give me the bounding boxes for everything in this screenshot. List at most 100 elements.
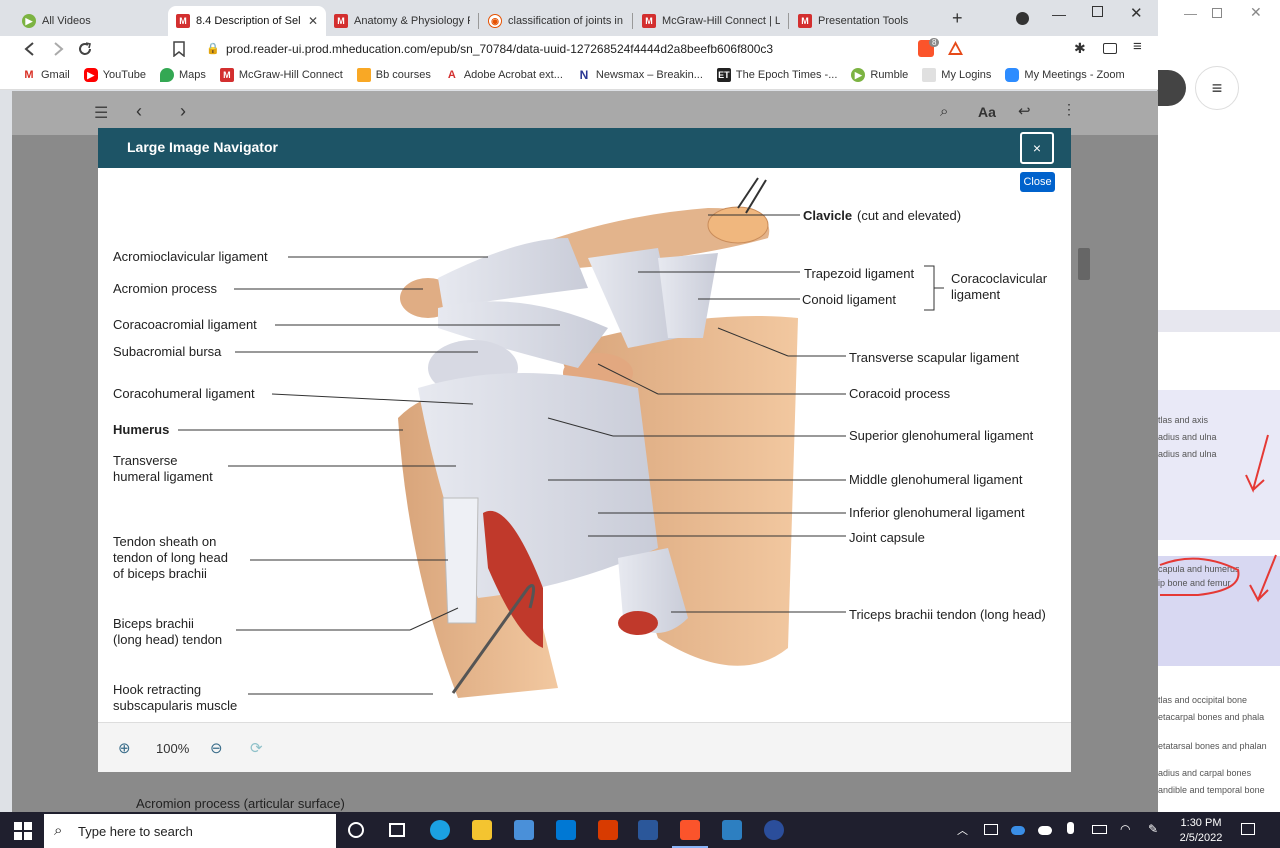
bookmark-epoch-times[interactable]: ET The Epoch Times -...	[716, 68, 837, 82]
clock-time: 1:30 PM	[1180, 817, 1222, 829]
bookmark-icon[interactable]	[172, 41, 186, 57]
rumble-icon: ▶	[22, 14, 36, 28]
tab-label: Anatomy & Physiology Rev	[354, 15, 470, 27]
brave-icon: ◉	[488, 14, 502, 28]
whiteboard-icon[interactable]	[722, 820, 742, 840]
reader-scrollbar[interactable]	[1078, 248, 1090, 280]
previous-page-icon[interactable]: ‹	[136, 101, 142, 122]
brave-rewards-icon[interactable]	[947, 40, 964, 56]
reload-icon[interactable]	[77, 41, 93, 57]
microphone-icon[interactable]	[1067, 822, 1074, 834]
tab-connect-library[interactable]: M McGraw-Hill Connect | Libr	[634, 6, 788, 36]
mcgraw-icon: M	[798, 14, 812, 28]
label-transverse-humeral-1: Transverse	[113, 453, 178, 468]
bookmark-mcgraw-connect[interactable]: M McGraw-Hill Connect	[219, 68, 343, 82]
wifi-icon[interactable]: ◠	[1120, 822, 1130, 836]
tab-all-videos[interactable]: ▶ All Videos	[14, 6, 164, 36]
bookmark-gmail[interactable]: M Gmail	[22, 68, 70, 82]
file-explorer-icon[interactable]	[472, 820, 492, 840]
bookmark-acrobat[interactable]: A Adobe Acrobat ext...	[444, 68, 563, 82]
search-icon: ⌕	[54, 822, 63, 839]
triceps-cut-shape	[618, 611, 658, 635]
onedrive-icon[interactable]	[1011, 826, 1025, 835]
font-size-icon[interactable]: Aa	[978, 104, 996, 120]
tab-strip: ▶ All Videos M 8.4 Description of Selec …	[0, 0, 1158, 36]
word-icon[interactable]	[638, 820, 658, 840]
close-window-icon[interactable]: ✕	[1130, 4, 1143, 22]
close-button[interactable]: ×	[1020, 132, 1054, 164]
tab-anatomy-review[interactable]: M Anatomy & Physiology Rev	[326, 6, 478, 36]
zoom-out-icon[interactable]: ⊖	[210, 739, 223, 757]
store-icon[interactable]	[514, 820, 534, 840]
youtube-icon: ▶	[83, 68, 98, 82]
note-item: tlas and axis	[1158, 415, 1209, 425]
notifications-icon[interactable]	[1241, 823, 1255, 835]
bookmark-youtube[interactable]: ▶ YouTube	[83, 68, 146, 82]
tab-description-active[interactable]: M 8.4 Description of Selec ✕	[168, 6, 326, 36]
taskbar-search-input[interactable]: ⌕ Type here to search	[44, 814, 336, 848]
battery-icon[interactable]	[1092, 825, 1107, 834]
label-coracoclavicular-2: ligament	[951, 287, 1001, 302]
search-icon[interactable]: ⌕	[940, 103, 948, 120]
windows-start-icon[interactable]	[14, 822, 32, 840]
bookmark-zoom[interactable]: My Meetings - Zoom	[1005, 68, 1125, 82]
screen-recorder-icon[interactable]	[764, 820, 784, 840]
tab-label: 8.4 Description of Selec	[196, 15, 300, 27]
minimize-icon[interactable]: —	[1052, 6, 1066, 22]
menu-icon[interactable]: ≡	[1133, 38, 1142, 55]
bookmark-rumble[interactable]: ▶ Rumble	[851, 68, 908, 82]
avatar[interactable]	[1158, 70, 1186, 106]
next-page-icon[interactable]: ›	[180, 101, 186, 122]
new-tab-button[interactable]: +	[952, 8, 963, 29]
label-humerus: Humerus	[113, 422, 170, 437]
blackboard-icon	[356, 68, 371, 82]
more-options-icon[interactable]: ⋮	[1062, 101, 1076, 118]
notes-list-3: tlas and occipital bone etacarpal bones …	[1158, 692, 1267, 799]
table-of-contents-icon[interactable]: ☰	[94, 103, 108, 123]
acrobat-icon: A	[444, 68, 459, 82]
display-icon[interactable]	[984, 824, 998, 835]
back-icon[interactable]	[22, 41, 38, 57]
hamburger-menu-icon[interactable]: ≡	[1195, 66, 1239, 110]
task-view-icon[interactable]	[389, 823, 405, 837]
tab-label: McGraw-Hill Connect | Libr	[662, 15, 780, 27]
bookmark-label: My Meetings - Zoom	[1024, 69, 1125, 81]
label-inferior-glenohumeral: Inferior glenohumeral ligament	[849, 505, 1025, 520]
forward-icon[interactable]	[50, 41, 66, 57]
office-icon[interactable]	[598, 820, 618, 840]
close-window-icon[interactable]: ✕	[1250, 4, 1262, 21]
label-clavicle-note: (cut and elevated)	[857, 208, 962, 223]
acromioclavicular-ligament-shape	[438, 238, 588, 308]
label-superior-glenohumeral: Superior glenohumeral ligament	[849, 428, 1034, 443]
bookmark-list: M Gmail ▶ YouTube Maps M McGraw-Hill Connec…	[22, 68, 1125, 82]
bookmark-maps[interactable]: Maps	[159, 68, 206, 82]
cortana-icon[interactable]	[348, 822, 364, 838]
minimize-icon[interactable]: —	[1184, 6, 1197, 21]
tab-presentation-tools[interactable]: M Presentation Tools	[790, 6, 940, 36]
address-bar[interactable]: 🔒 prod.reader-ui.prod.mheducation.com/ep…	[196, 38, 974, 60]
return-icon[interactable]: ↩	[1018, 102, 1031, 120]
clock[interactable]: 1:30 PM 2/5/2022	[1176, 816, 1226, 846]
restore-icon[interactable]	[1212, 8, 1222, 18]
bookmark-label: McGraw-Hill Connect	[238, 69, 343, 81]
maximize-icon[interactable]	[1092, 6, 1103, 17]
maps-icon	[159, 68, 174, 82]
cloud-icon[interactable]	[1038, 826, 1052, 835]
tray-chevron-icon[interactable]: ︿	[957, 822, 968, 838]
bookmark-my-logins[interactable]: My Logins	[922, 68, 991, 82]
zoom-icon	[1005, 68, 1020, 82]
bookmark-bb-courses[interactable]: Bb courses	[356, 68, 431, 82]
mail-icon[interactable]	[556, 820, 576, 840]
tab-classification[interactable]: ◉ classification of joints in hu	[480, 6, 632, 36]
bookmark-newsmax[interactable]: N Newsmax – Breakin...	[576, 68, 703, 82]
bookmark-label: Gmail	[41, 69, 70, 81]
brave-browser-icon[interactable]	[680, 820, 700, 840]
pen-icon[interactable]: ✎	[1148, 822, 1158, 836]
edge-icon[interactable]	[430, 820, 450, 840]
extensions-icon[interactable]: ✱	[1074, 40, 1086, 57]
close-tab-icon[interactable]: ✕	[308, 14, 318, 28]
wallet-icon[interactable]	[1103, 43, 1117, 54]
reset-zoom-icon[interactable]: ⟳	[250, 739, 263, 757]
zoom-in-icon[interactable]: ⊕	[118, 739, 131, 757]
tab-search-icon[interactable]	[1016, 12, 1029, 25]
